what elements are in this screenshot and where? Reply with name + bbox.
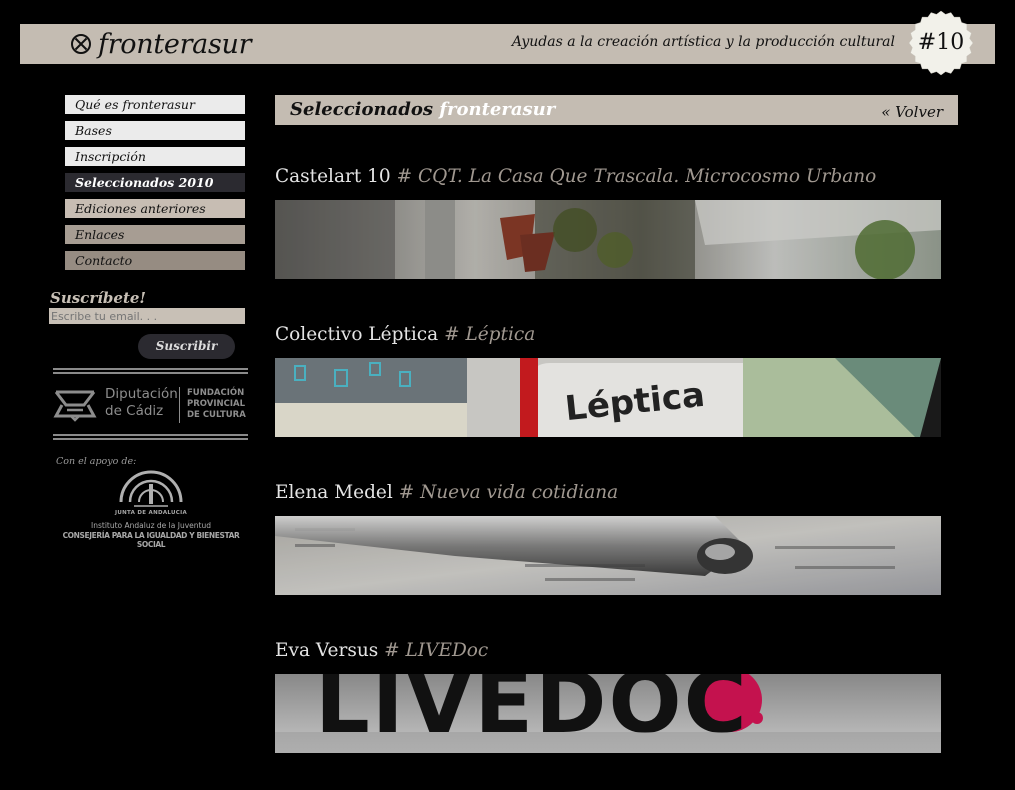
junta-name: JUNTA DE ANDALUCIA <box>114 510 188 516</box>
project-title[interactable]: Colectivo Léptica # Léptica <box>275 324 941 348</box>
project-name: # Nueva vida cotidiana <box>398 482 619 503</box>
page-title: Seleccionados fronterasur <box>290 99 556 120</box>
project-image-castelart[interactable] <box>275 200 941 279</box>
diputacion-emblem-icon <box>53 390 97 422</box>
fundacion-name: FUNDACIÓN PROVINCIAL DE CULTURA <box>187 388 246 420</box>
project-author: Elena Medel <box>275 482 393 503</box>
project-name: # CQT. La Casa Que Trascala. Microcosmo … <box>396 166 877 187</box>
junta-logo[interactable]: JUNTA DE ANDALUCIA Instituto Andaluz de … <box>56 470 246 549</box>
nav-item-ediciones-anteriores[interactable]: Ediciones anteriores <box>65 199 245 218</box>
nav-item-contacto[interactable]: Contacto <box>65 251 245 270</box>
section-title-bar: Seleccionados fronterasur « Volver <box>275 95 958 125</box>
divider-bottom <box>53 434 248 442</box>
email-input[interactable] <box>49 308 245 324</box>
apoyo-label: Con el apoyo de: <box>56 456 137 467</box>
site-logo[interactable]: fronterasur <box>70 28 252 60</box>
project-image-pen[interactable] <box>275 516 941 595</box>
project-image-livedoc[interactable]: LIVEDOC <box>275 674 941 753</box>
logo-text: fronterasur <box>98 28 252 60</box>
nav-item-que-es[interactable]: Qué es fronterasur <box>65 95 245 114</box>
project-title[interactable]: Castelart 10 # CQT. La Casa Que Trascala… <box>275 166 941 190</box>
crossed-circle-icon <box>71 34 91 54</box>
project-image-leptica[interactable]: Léptica <box>275 358 941 437</box>
project-entry: Elena Medel # Nueva vida cotidiana <box>275 482 941 595</box>
consejeria-name: CONSEJERÍA PARA LA IGUALDAD Y BIENESTAR … <box>62 531 240 549</box>
edition-number: #10 <box>917 30 965 55</box>
diputacion-separator <box>179 387 180 423</box>
project-entry: Colectivo Léptica # Léptica Léptica <box>275 324 941 437</box>
subscribe-button[interactable]: Suscribir <box>138 334 235 359</box>
project-entry: Castelart 10 # CQT. La Casa Que Trascala… <box>275 166 941 279</box>
diputacion-logo[interactable]: Diputación de Cádiz FUNDACIÓN PROVINCIAL… <box>53 384 248 426</box>
project-author: Eva Versus <box>275 640 379 661</box>
subscribe-title: Suscríbete! <box>50 289 147 307</box>
sidebar-nav: Qué es fronterasur Bases Inscripción Sel… <box>65 95 245 277</box>
project-name: # LIVEDoc <box>384 640 489 661</box>
project-entry: Eva Versus # LIVEDoc LIVEDOC <box>275 640 941 753</box>
project-author: Castelart 10 <box>275 166 391 187</box>
diputacion-name: Diputación de Cádiz <box>105 386 178 419</box>
site-header: fronterasur Ayudas a la creación artísti… <box>20 10 995 76</box>
project-title[interactable]: Elena Medel # Nueva vida cotidiana <box>275 482 941 506</box>
project-author: Colectivo Léptica <box>275 324 439 345</box>
nav-item-bases[interactable]: Bases <box>65 121 245 140</box>
back-link[interactable]: « Volver <box>881 103 943 121</box>
junta-emblem-icon <box>119 470 183 507</box>
site-tagline: Ayudas a la creación artística y la prod… <box>511 34 895 50</box>
project-title[interactable]: Eva Versus # LIVEDoc <box>275 640 941 664</box>
project-name: # Léptica <box>444 324 536 345</box>
nav-item-inscripcion[interactable]: Inscripción <box>65 147 245 166</box>
nav-item-seleccionados[interactable]: Seleccionados 2010 <box>65 173 245 192</box>
edition-badge: #10 <box>908 10 974 76</box>
divider-top <box>53 368 248 376</box>
instituto-name: Instituto Andaluz de la Juventud <box>91 521 211 530</box>
nav-item-enlaces[interactable]: Enlaces <box>65 225 245 244</box>
